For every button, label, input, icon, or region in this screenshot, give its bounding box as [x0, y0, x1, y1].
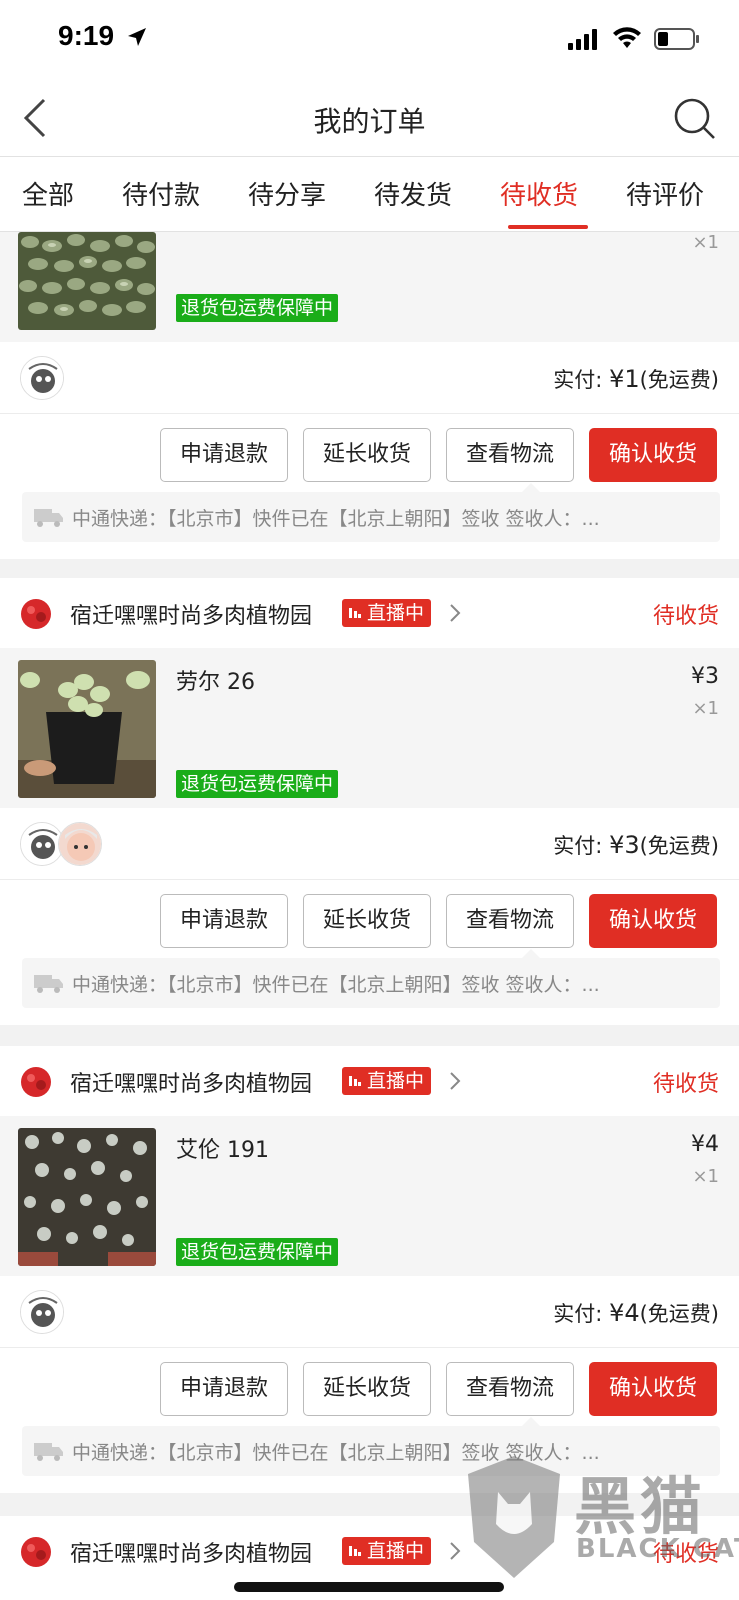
active-tab-indicator [508, 225, 588, 229]
live-badge[interactable]: 直播中 [342, 1067, 432, 1095]
product-quantity: ×1 [692, 1166, 719, 1187]
apply-refund-button[interactable]: 申请退款 [160, 894, 288, 948]
tab-pending-shipment[interactable]: 待发货 [374, 175, 452, 212]
truck-icon [34, 975, 63, 993]
product-quantity: ×1 [692, 698, 719, 719]
product-name[interactable]: 艾伦 191 [176, 1132, 269, 1164]
live-bars-icon [349, 608, 361, 618]
order-item[interactable]: 劳尔 26 ¥3 ×1 退货包运费保障中 [0, 648, 739, 808]
watermark-text-cn: 黑猫 [574, 1470, 707, 1543]
avatar[interactable] [20, 1290, 64, 1334]
chevron-right-icon[interactable] [449, 603, 461, 623]
shop-name[interactable]: 宿迁嘿嘿时尚多肉植物园 [70, 598, 312, 630]
logistics-text: 中通快递：【北京市】快件已在【北京上朝阳】签收 签收人：... [72, 974, 600, 996]
product-price: ¥4 [691, 1132, 719, 1157]
confirm-receipt-button[interactable]: 确认收货 [589, 1362, 717, 1416]
logistics-info[interactable]: 中通快递：【北京市】快件已在【北京上朝阳】签收 签收人：... [22, 949, 720, 1008]
avatar[interactable] [20, 356, 64, 400]
search-icon[interactable] [672, 96, 716, 140]
status-time: 9:19 [58, 20, 115, 51]
avatar[interactable] [58, 822, 102, 866]
paid-amount: 实付: ¥3(免运费) [553, 831, 719, 859]
payment-row: 实付: ¥4(免运费) [0, 1276, 739, 1348]
shop-logo-icon [21, 1067, 51, 1097]
order-actions: 申请退款 延长收货 查看物流 确认收货 中通快递：【北京市】快件已在【北京上朝阳… [0, 414, 739, 559]
payment-row: 实付: ¥1(免运费) [0, 342, 739, 414]
tab-pending-share[interactable]: 待分享 [248, 175, 326, 212]
chevron-right-icon[interactable] [449, 1071, 461, 1091]
home-indicator[interactable] [234, 1582, 504, 1592]
shop-logo-icon [21, 599, 51, 629]
logistics-text: 中通快递：【北京市】快件已在【北京上朝阳】签收 签收人：... [72, 508, 600, 530]
tab-pending-payment[interactable]: 待付款 [122, 175, 200, 212]
truck-icon [34, 509, 63, 527]
watermark: 黑猫 BLACK CAT [462, 1452, 739, 1592]
tab-pending-review[interactable]: 待评价 [626, 175, 704, 212]
guarantee-badge: 退货包运费保障中 [176, 1238, 339, 1266]
confirm-receipt-button[interactable]: 确认收货 [589, 428, 717, 482]
order-actions: 申请退款 延长收货 查看物流 确认收货 中通快递：【北京市】快件已在【北京上朝阳… [0, 880, 739, 1025]
guarantee-badge: 退货包运费保障中 [176, 770, 339, 798]
extend-receipt-button[interactable]: 延长收货 [303, 894, 431, 948]
watermark-text-en: BLACK CAT [576, 1534, 739, 1564]
product-quantity: ×1 [692, 232, 719, 253]
chevron-right-icon[interactable] [449, 1541, 461, 1561]
live-badge[interactable]: 直播中 [342, 1537, 432, 1565]
nav-bar: 我的订单 [0, 80, 739, 157]
shop-row[interactable]: 宿迁嘿嘿时尚多肉植物园 直播中 待收货 [0, 578, 739, 648]
shop-row[interactable]: 宿迁嘿嘿时尚多肉植物园 直播中 待收货 [0, 1046, 739, 1116]
cellular-signal-icon [568, 29, 597, 50]
order-status: 待收货 [652, 1072, 719, 1097]
live-badge[interactable]: 直播中 [342, 599, 432, 627]
battery-icon [654, 28, 699, 50]
paid-amount: 实付: ¥4(免运费) [553, 1299, 719, 1327]
guarantee-badge: 退货包运费保障中 [176, 294, 339, 322]
logistics-info[interactable]: 中通快递：【北京市】快件已在【北京上朝阳】签收 签收人：... [22, 483, 720, 542]
cat-shield-icon [468, 1456, 560, 1578]
truck-icon [34, 1443, 63, 1461]
shop-logo-icon [21, 1537, 51, 1567]
apply-refund-button[interactable]: 申请退款 [160, 1362, 288, 1416]
shop-name[interactable]: 宿迁嘿嘿时尚多肉植物园 [70, 1066, 312, 1098]
wifi-icon [613, 27, 641, 48]
view-logistics-button[interactable]: 查看物流 [446, 1362, 574, 1416]
shop-name[interactable]: 宿迁嘿嘿时尚多肉植物园 [70, 1536, 312, 1568]
location-arrow-icon [128, 28, 146, 46]
view-logistics-button[interactable]: 查看物流 [446, 428, 574, 482]
tab-pending-receipt[interactable]: 待收货 [500, 175, 578, 212]
order-item[interactable]: ×1 退货包运费保障中 [0, 232, 739, 342]
live-bars-icon [349, 1546, 361, 1556]
apply-refund-button[interactable]: 申请退款 [160, 428, 288, 482]
extend-receipt-button[interactable]: 延长收货 [303, 428, 431, 482]
extend-receipt-button[interactable]: 延长收货 [303, 1362, 431, 1416]
order-tabs: 全部 待付款 待分享 待发货 待收货 待评价 [0, 157, 739, 232]
product-thumbnail[interactable] [18, 1128, 156, 1266]
confirm-receipt-button[interactable]: 确认收货 [589, 894, 717, 948]
payment-row: 实付: ¥3(免运费) [0, 808, 739, 880]
tab-all[interactable]: 全部 [22, 175, 74, 212]
order-item[interactable]: 艾伦 191 ¥4 ×1 退货包运费保障中 [0, 1116, 739, 1276]
product-name[interactable]: 劳尔 26 [176, 664, 255, 696]
live-bars-icon [349, 1076, 361, 1086]
page-title: 我的订单 [313, 105, 426, 138]
paid-amount: 实付: ¥1(免运费) [553, 365, 719, 393]
view-logistics-button[interactable]: 查看物流 [446, 894, 574, 948]
order-status: 待收货 [652, 604, 719, 629]
product-thumbnail[interactable] [18, 232, 156, 330]
status-bar: 9:19 [0, 0, 739, 80]
product-thumbnail[interactable] [18, 660, 156, 798]
product-price: ¥3 [691, 664, 719, 689]
